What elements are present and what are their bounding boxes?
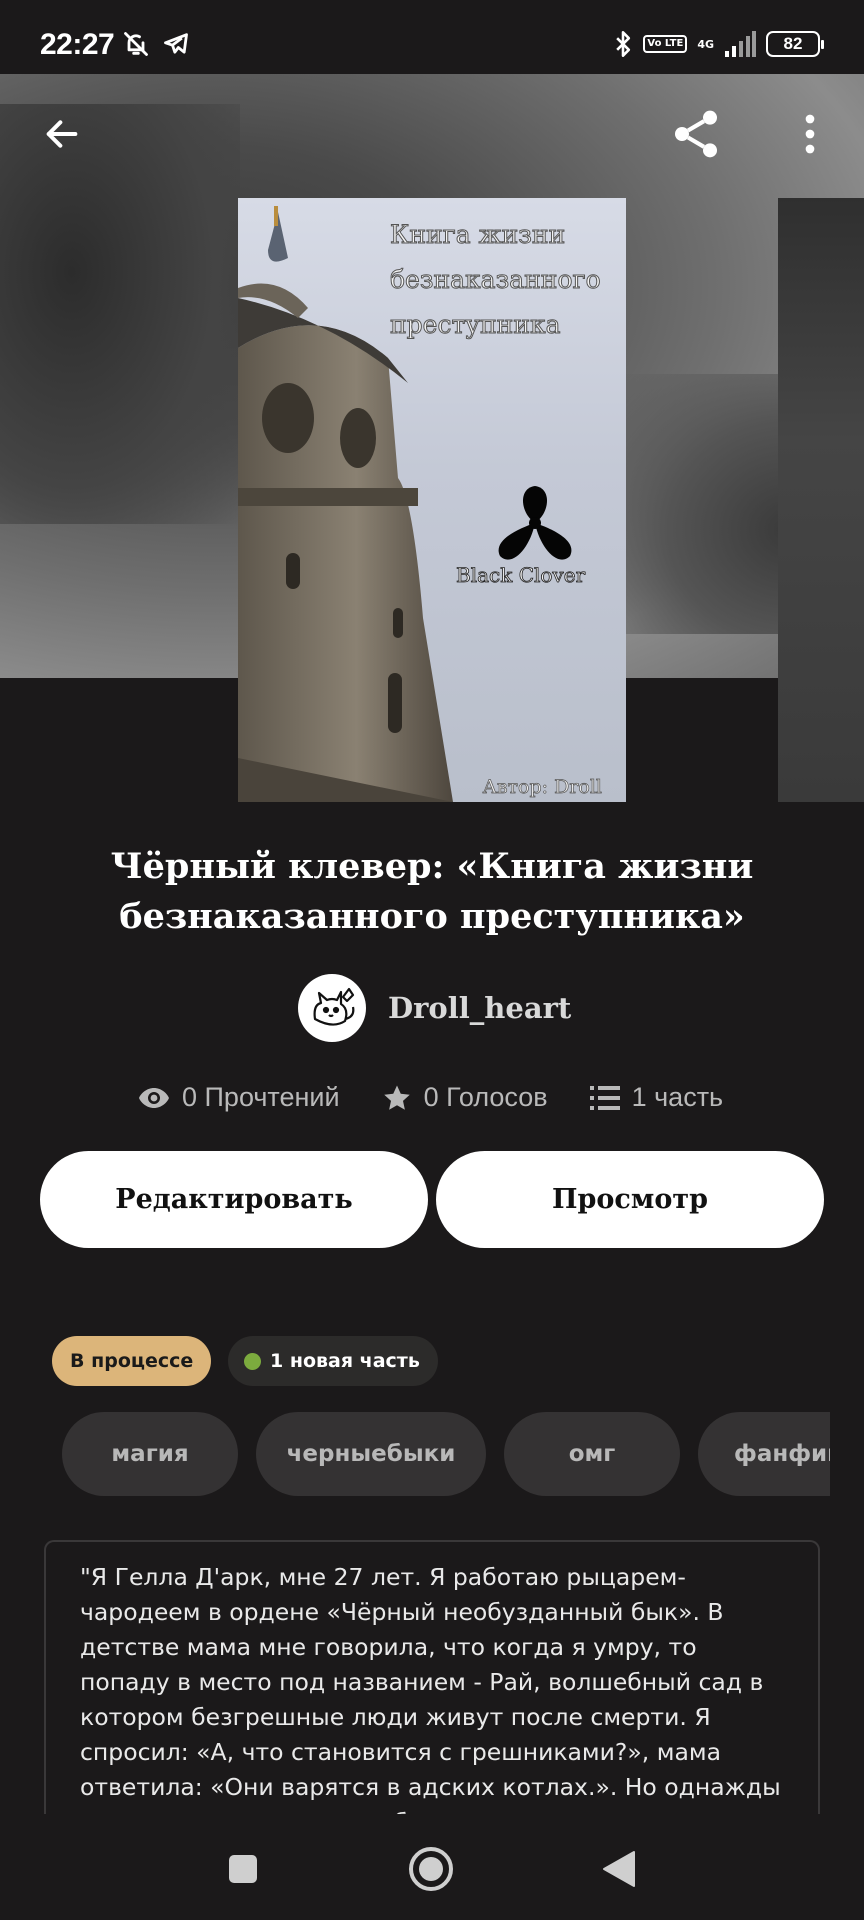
star-icon bbox=[383, 1085, 410, 1110]
tag-chip[interactable]: черныебыки bbox=[256, 1412, 486, 1496]
avatar[interactable] bbox=[298, 974, 366, 1042]
new-part-label: 1 новая часть bbox=[270, 1350, 420, 1372]
new-part-badge: 1 новая часть bbox=[228, 1336, 438, 1386]
more-button[interactable] bbox=[780, 104, 840, 164]
cover-title: Книга жизни безнаказанного преступника bbox=[378, 212, 618, 347]
stats-row: 0 Прочтений 0 Голосов 1 часть bbox=[138, 1082, 723, 1113]
edit-button[interactable]: Редактировать bbox=[40, 1151, 428, 1248]
hero-blur bbox=[0, 104, 240, 524]
tag-chip[interactable]: омг bbox=[504, 1412, 680, 1496]
status-badge: В процессе bbox=[52, 1336, 212, 1386]
parts-stat: 1 часть bbox=[589, 1082, 724, 1113]
author-row[interactable]: Droll_heart bbox=[298, 974, 571, 1042]
cover-logo: Black Clover bbox=[456, 563, 586, 588]
description-box[interactable]: "Я Гелла Д'арк, мне 27 лет. Я работаю ры… bbox=[44, 1540, 820, 1830]
square-icon bbox=[229, 1855, 257, 1883]
home-circle-icon bbox=[409, 1847, 453, 1891]
reads-stat: 0 Прочтений bbox=[138, 1082, 340, 1113]
tag-chip[interactable]: магия bbox=[62, 1412, 238, 1496]
battery-level: 82 bbox=[783, 34, 803, 53]
mute-bell-icon bbox=[124, 32, 148, 56]
signal-icon bbox=[725, 31, 756, 57]
triangle-back-icon bbox=[603, 1851, 635, 1887]
votes-stat: 0 Голосов bbox=[382, 1082, 548, 1113]
cover-title-line: Книга жизни bbox=[390, 220, 566, 250]
bluetooth-icon bbox=[616, 31, 631, 57]
tags-scroller[interactable]: магия черныебыки омг фанфик bbox=[62, 1412, 830, 1496]
description-text: "Я Гелла Д'арк, мне 27 лет. Я работаю ры… bbox=[80, 1563, 781, 1830]
preview-button[interactable]: Просмотр bbox=[436, 1151, 824, 1248]
back-button[interactable] bbox=[32, 104, 92, 164]
book-title: Чёрный клевер: «Книга жизни безнаказанно… bbox=[110, 846, 754, 937]
home-button[interactable] bbox=[406, 1844, 456, 1894]
reads-count: 0 Прочтений bbox=[182, 1082, 340, 1112]
list-icon bbox=[589, 1085, 620, 1110]
share-icon bbox=[675, 110, 717, 158]
telegram-icon bbox=[164, 33, 188, 54]
status-bar: 22:27 Vo LTE 4G 82 bbox=[0, 0, 864, 74]
cat-avatar-icon bbox=[313, 987, 355, 1026]
recents-button[interactable] bbox=[218, 1844, 268, 1894]
cover-author: Автор: Droll bbox=[482, 776, 602, 799]
parts-count: 1 часть bbox=[631, 1082, 724, 1112]
more-vertical-icon bbox=[805, 114, 815, 154]
cover-title-line: безнаказанного bbox=[390, 265, 602, 295]
back-nav-button[interactable] bbox=[594, 1844, 644, 1894]
share-button[interactable] bbox=[666, 104, 726, 164]
navigation-bar bbox=[0, 1814, 864, 1920]
clover-icon bbox=[498, 486, 572, 560]
next-book-cover[interactable] bbox=[778, 198, 864, 802]
eye-icon bbox=[139, 1087, 169, 1108]
votes-count: 0 Голосов bbox=[423, 1082, 548, 1112]
status-time: 22:27 bbox=[40, 28, 115, 61]
cover-title-line: преступника bbox=[390, 310, 562, 340]
new-dot-icon bbox=[244, 1352, 261, 1370]
volte-icon: Vo LTE bbox=[643, 35, 688, 53]
battery-icon: 82 bbox=[766, 31, 824, 57]
author-name[interactable]: Droll_heart bbox=[388, 991, 571, 1025]
book-cover[interactable]: Книга жизни безнаказанного преступника B… bbox=[238, 198, 626, 802]
arrow-left-icon bbox=[46, 120, 78, 148]
network-type: 4G bbox=[697, 37, 714, 51]
tag-chip[interactable]: фанфик bbox=[698, 1412, 830, 1496]
